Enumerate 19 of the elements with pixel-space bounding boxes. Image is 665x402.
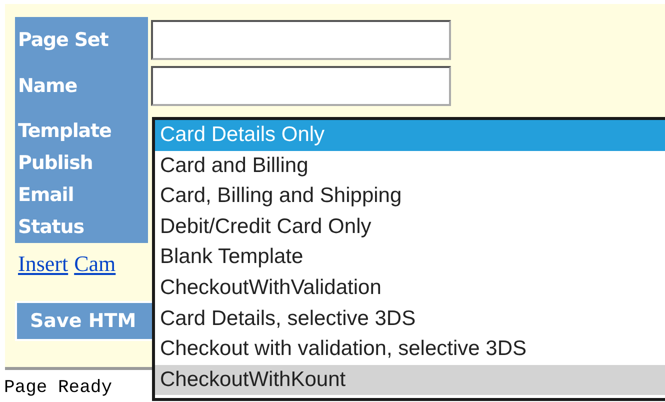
text-field[interactable]: [151, 66, 451, 106]
dropdown-option[interactable]: CheckoutWithValidation: [155, 272, 665, 304]
field-label: Email: [18, 183, 75, 208]
dropdown-option[interactable]: Card Details, selective 3DS: [155, 304, 665, 334]
dropdown-option[interactable]: Card, Billing and Shipping: [155, 181, 665, 212]
text-field[interactable]: [151, 20, 451, 60]
dropdown-option[interactable]: Debit/Credit Card Only: [155, 212, 665, 242]
field-label: Publish: [18, 151, 94, 176]
dropdown-option[interactable]: Card and Billing: [155, 150, 665, 182]
status-text: Page Ready: [4, 378, 112, 398]
dropdown-option[interactable]: Checkout with validation, selective 3DS: [155, 334, 665, 365]
field-label: Status: [18, 215, 85, 240]
field-label: Template: [18, 119, 112, 144]
link[interactable]: Cam: [74, 251, 116, 277]
dropdown-option[interactable]: Blank Template: [155, 242, 665, 273]
field-label: Page Set: [18, 28, 110, 53]
dropdown-option[interactable]: CheckoutWithKount: [155, 364, 665, 396]
field-label: Name: [18, 74, 78, 99]
link[interactable]: Insert: [18, 251, 68, 277]
